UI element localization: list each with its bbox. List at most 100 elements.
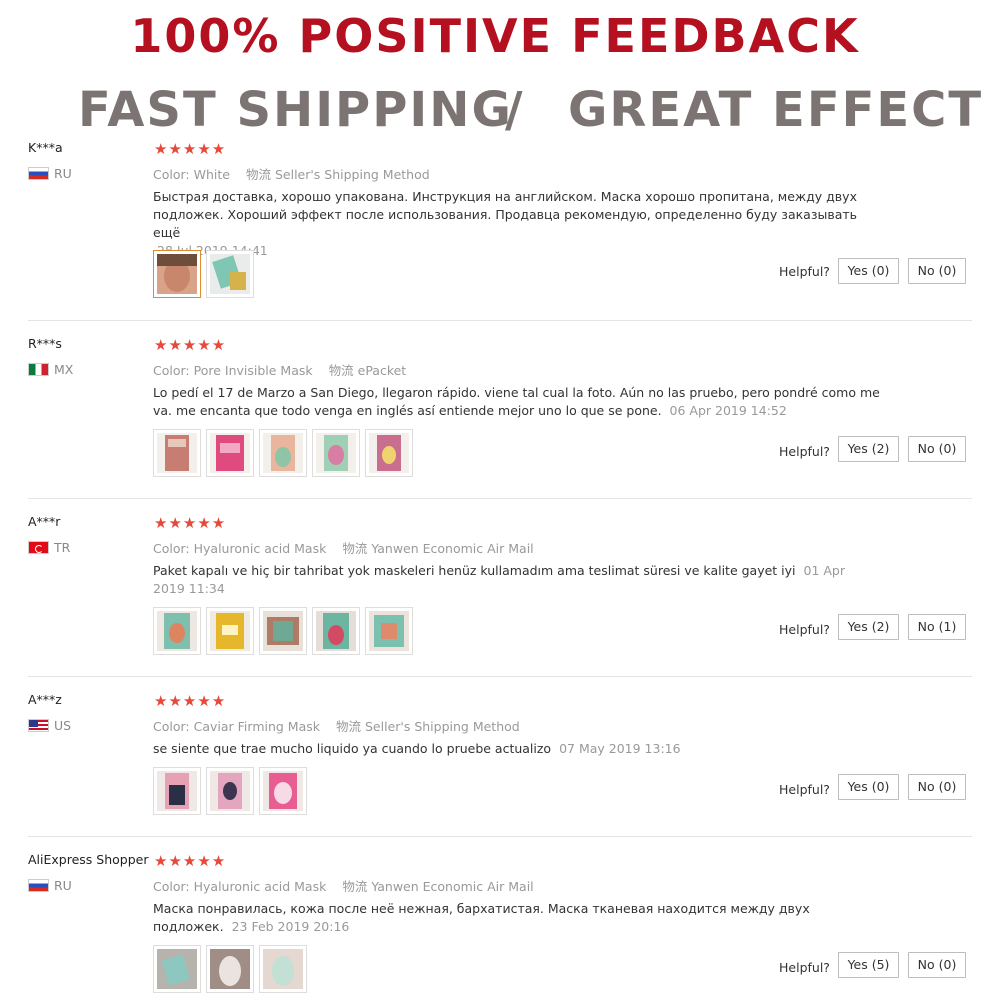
- photo-mask-pack-icon: [316, 611, 356, 651]
- headline-great-effect: GREAT EFFECT: [568, 82, 984, 138]
- review-photo-thumbnail[interactable]: [153, 250, 201, 298]
- reviewer-name: R***s: [28, 336, 62, 351]
- photo-mask-pack-icon: [210, 771, 250, 811]
- review-photo-thumbnail[interactable]: [153, 429, 201, 477]
- flag-tr-icon: [28, 541, 49, 554]
- flag-mx-icon: [28, 363, 49, 376]
- review-photo-thumbnail[interactable]: [206, 767, 254, 815]
- color-value: Pore Invisible Mask: [193, 363, 313, 378]
- logistics-label: 物流: [336, 719, 362, 734]
- headline-separator: /: [505, 82, 525, 138]
- review-photo-thumbnail[interactable]: [259, 945, 307, 993]
- helpful-label: Helpful?: [779, 782, 830, 797]
- review-photo-thumbnail[interactable]: [206, 945, 254, 993]
- country-code: RU: [54, 166, 72, 181]
- star-rating: ★★★★★: [154, 336, 227, 354]
- shipping-value: Seller's Shipping Method: [274, 167, 430, 182]
- review-photo-thumbnail[interactable]: [153, 607, 201, 655]
- review-meta: Color: Pore Invisible Mask 物流 ePacket: [153, 360, 418, 379]
- review-divider: [28, 836, 972, 837]
- photo-face-icon: [157, 254, 197, 294]
- photo-mask-pack-icon: [157, 949, 197, 989]
- reviewer-country: MX: [28, 362, 73, 377]
- review-photo-thumbnail[interactable]: [312, 607, 360, 655]
- country-code: MX: [54, 362, 74, 377]
- review-photo-thumbnail[interactable]: [259, 767, 307, 815]
- review-photos: [153, 767, 307, 815]
- helpful-no-button[interactable]: No (1): [908, 614, 966, 640]
- review-photo-thumbnail[interactable]: [206, 250, 254, 298]
- color-value: Caviar Firming Mask: [193, 719, 321, 734]
- logistics-label: 物流: [245, 167, 271, 182]
- star-rating: ★★★★★: [154, 514, 227, 532]
- review-divider: [28, 498, 972, 499]
- reviewer-country: TR: [28, 540, 70, 555]
- review-photo-thumbnail[interactable]: [153, 767, 201, 815]
- helpful-no-button[interactable]: No (0): [908, 436, 966, 462]
- flag-ru-icon: [28, 879, 49, 892]
- color-label: Color:: [153, 363, 190, 378]
- review-text: Paket kapalı ve hiç bir tahribat yok mas…: [153, 563, 796, 578]
- review-photo-thumbnail[interactable]: [153, 945, 201, 993]
- photo-mask-pack-icon: [210, 611, 250, 651]
- review-photo-thumbnail[interactable]: [365, 429, 413, 477]
- review-text: Быстрая доставка, хорошо упакована. Инст…: [153, 189, 858, 240]
- review-meta: Color: Caviar Firming Mask 物流 Seller's S…: [153, 716, 532, 735]
- photo-mask-pack-icon: [369, 433, 409, 473]
- reviewer-name: A***z: [28, 692, 62, 707]
- photo-mask-pack-icon: [263, 433, 303, 473]
- shipping-value: Seller's Shipping Method: [365, 719, 520, 734]
- helpful-yes-button[interactable]: Yes (2): [838, 614, 899, 640]
- helpful-yes-button[interactable]: Yes (0): [838, 774, 899, 800]
- shipping-value: Yanwen Economic Air Mail: [371, 879, 534, 894]
- star-rating: ★★★★★: [154, 140, 227, 158]
- helpful-no-button[interactable]: No (0): [908, 258, 966, 284]
- review-photo-thumbnail[interactable]: [259, 429, 307, 477]
- review-text-block: Lo pedí el 17 de Marzo a San Diego, lleg…: [153, 384, 893, 420]
- reviewer-country: RU: [28, 166, 72, 181]
- review-photos: [153, 607, 413, 655]
- country-code: RU: [54, 878, 72, 893]
- star-rating: ★★★★★: [154, 852, 227, 870]
- review-photos: [153, 429, 413, 477]
- reviewer-country: US: [28, 718, 71, 733]
- headline-shipping-effect: FAST SHIPPING / GREAT EFFECT: [0, 80, 1000, 140]
- logistics-label: 物流: [342, 879, 368, 894]
- color-label: Color:: [153, 541, 190, 556]
- headline-positive-feedback: 100% POSITIVE FEEDBACK: [130, 9, 860, 63]
- helpful-no-button[interactable]: No (0): [908, 952, 966, 978]
- star-rating: ★★★★★: [154, 692, 227, 710]
- review-date: 23 Feb 2019 20:16: [231, 919, 350, 934]
- review-divider: [28, 320, 972, 321]
- review-divider: [28, 676, 972, 677]
- helpful-yes-button[interactable]: Yes (5): [838, 952, 899, 978]
- review-meta: Color: Hyaluronic acid Mask 物流 Yanwen Ec…: [153, 876, 546, 895]
- review-date: 06 Apr 2019 14:52: [669, 403, 787, 418]
- helpful-label: Helpful?: [779, 622, 830, 637]
- color-value: Hyaluronic acid Mask: [193, 879, 327, 894]
- review-photo-thumbnail[interactable]: [365, 607, 413, 655]
- photo-mask-pack-icon: [316, 433, 356, 473]
- review-photo-thumbnail[interactable]: [312, 429, 360, 477]
- shipping-value: Yanwen Economic Air Mail: [371, 541, 534, 556]
- helpful-no-button[interactable]: No (0): [908, 774, 966, 800]
- reviewer-country: RU: [28, 878, 72, 893]
- photo-mask-pack-icon: [157, 611, 197, 651]
- helpful-yes-button[interactable]: Yes (2): [838, 436, 899, 462]
- reviewer-name: A***r: [28, 514, 61, 529]
- color-label: Color:: [153, 167, 190, 182]
- photo-mask-pack-icon: [157, 433, 197, 473]
- review-text: se siente que trae mucho liquido ya cuan…: [153, 741, 552, 756]
- reviewer-name: K***a: [28, 140, 63, 155]
- review-photo-thumbnail[interactable]: [206, 607, 254, 655]
- review-photos: [153, 945, 307, 993]
- helpful-label: Helpful?: [779, 444, 830, 459]
- review-photo-thumbnail[interactable]: [259, 607, 307, 655]
- photo-face-mask-icon: [263, 949, 303, 989]
- photo-mask-pack-icon: [263, 611, 303, 651]
- helpful-yes-button[interactable]: Yes (0): [838, 258, 899, 284]
- review-photo-thumbnail[interactable]: [206, 429, 254, 477]
- country-code: TR: [54, 540, 71, 555]
- photo-face-mask-icon: [210, 949, 250, 989]
- country-code: US: [54, 718, 72, 733]
